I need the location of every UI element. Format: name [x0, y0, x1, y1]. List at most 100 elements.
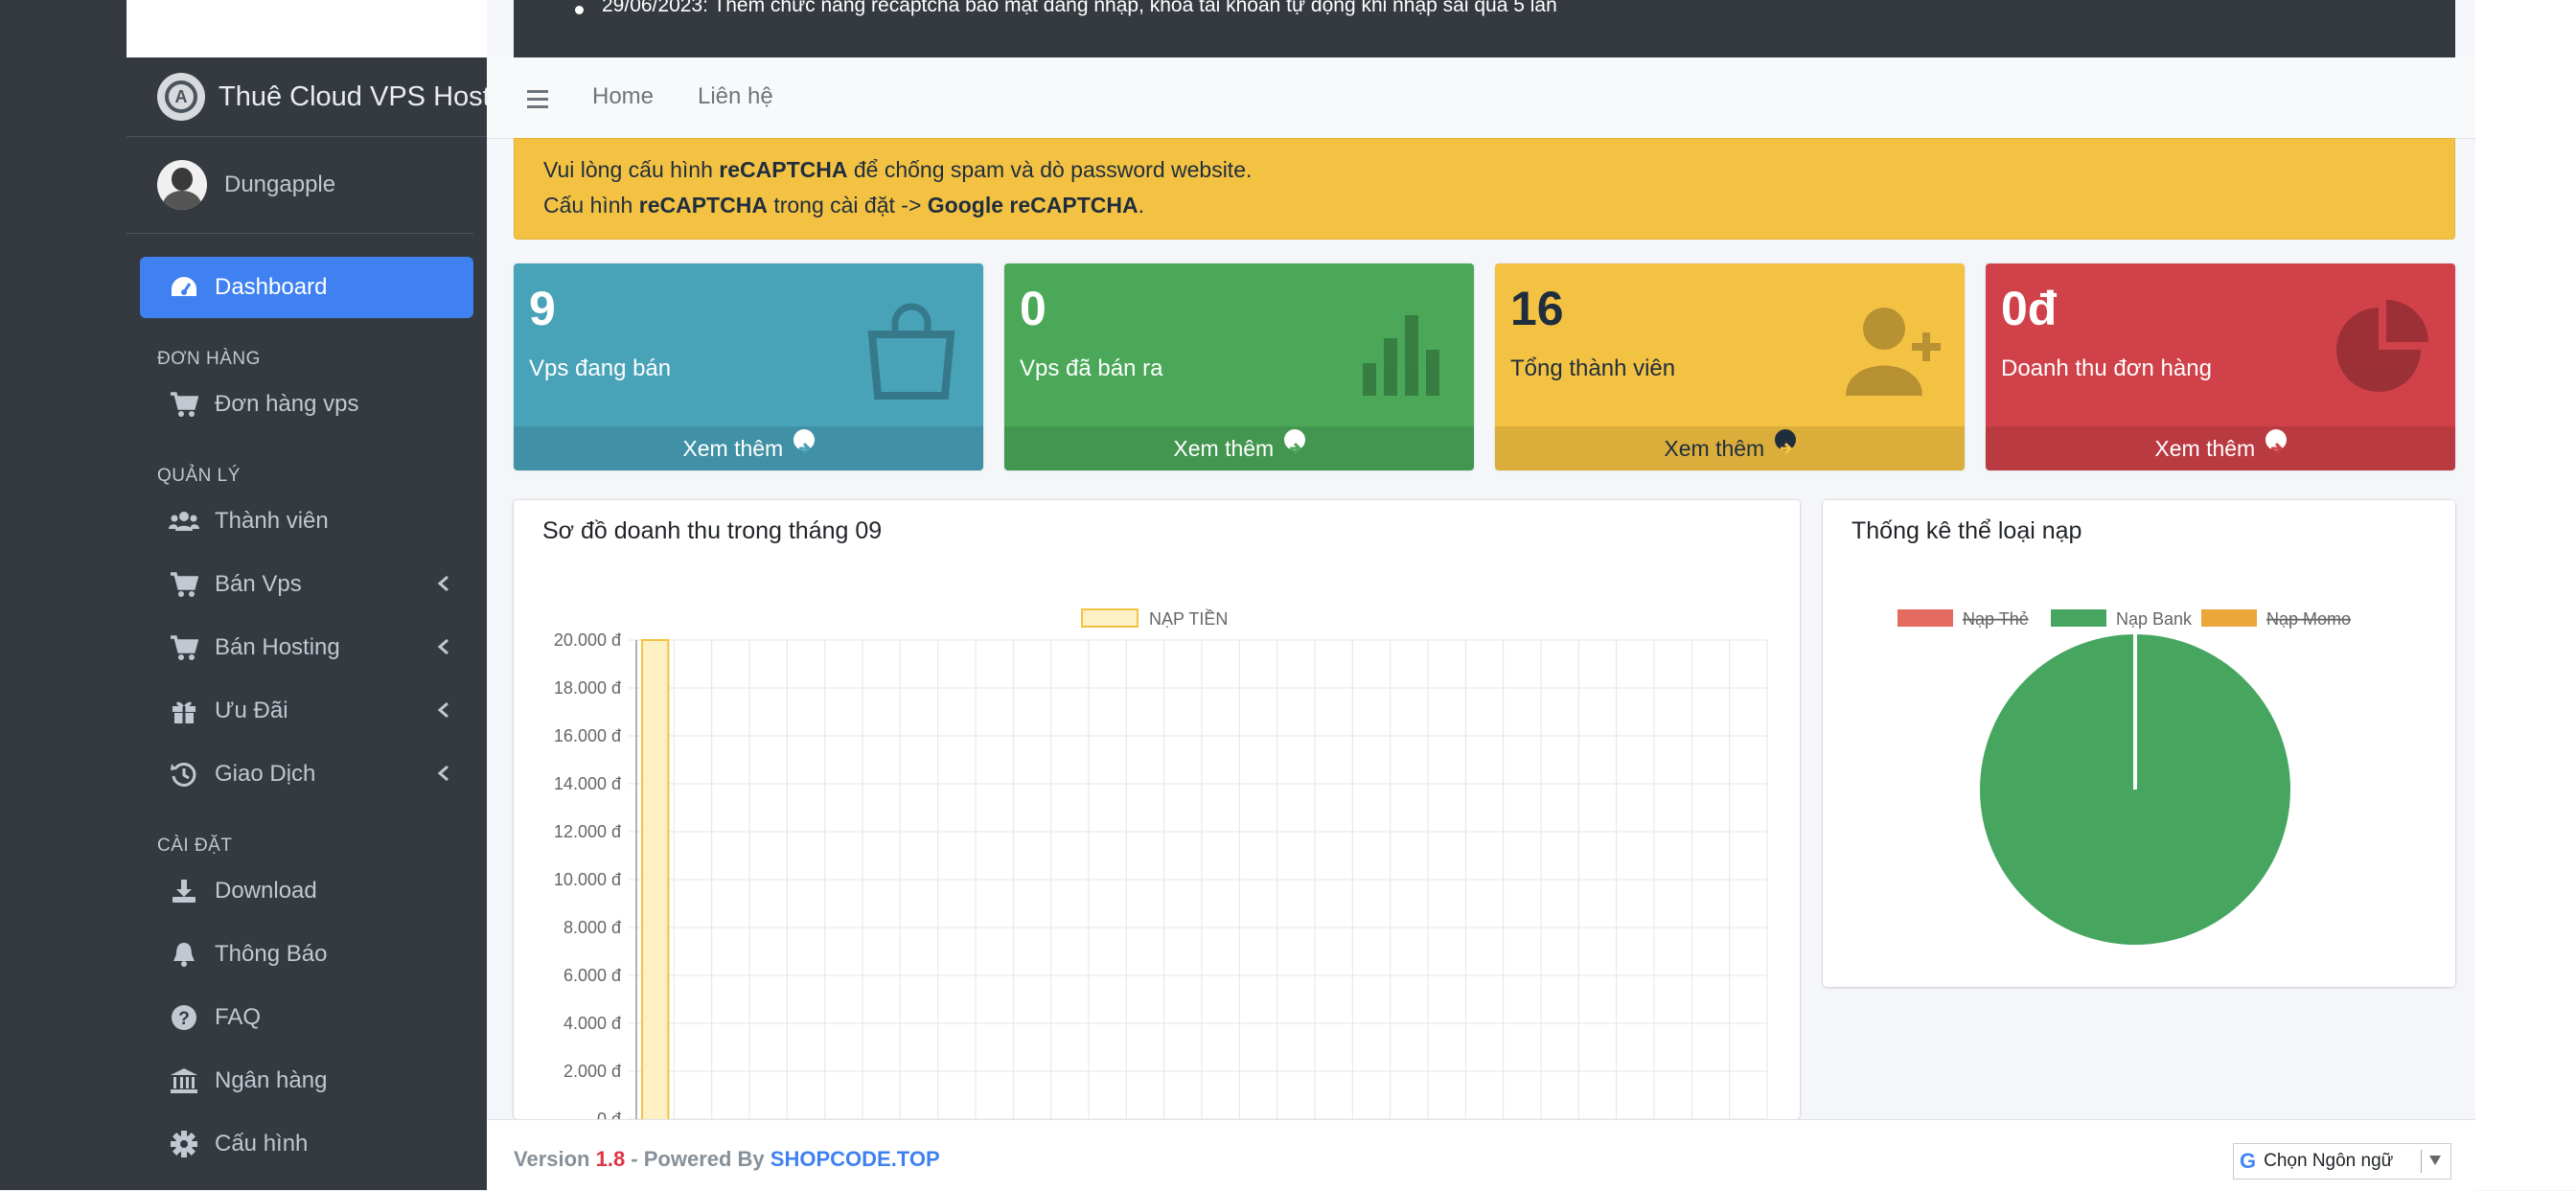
nav-link-home[interactable]: Home [592, 83, 654, 110]
sidebar-item-notifications[interactable]: Thông Báo [140, 924, 473, 985]
stat-box-vps-sold: 0 Vps đã bán ra Xem thêm [1004, 263, 1474, 470]
language-select[interactable]: G Chọn Ngôn ngữ [2233, 1143, 2451, 1180]
legend-label: NẠP TIỀN [1149, 608, 1228, 629]
stat-label: Tổng thành viên [1510, 355, 1676, 381]
cart-icon [169, 632, 199, 663]
right-blank-area [2475, 0, 2576, 1190]
cart-icon [169, 569, 199, 600]
gift-icon [169, 696, 199, 726]
nav-header-orders: ĐƠN HÀNG [157, 349, 261, 369]
y-tick-label: 0 đ [597, 1110, 621, 1119]
sidebar-item-label: Cấu hình [215, 1131, 309, 1157]
legend-swatch [1081, 608, 1138, 628]
pie-legend-item[interactable]: Nạp Bank [2051, 609, 2193, 629]
menu-toggle-icon[interactable] [527, 90, 548, 108]
pie-legend-item[interactable]: Nạp Momo [2201, 609, 2351, 629]
sidebar-item-label: Dashboard [215, 274, 328, 300]
sidebar-item-transactions[interactable]: Giao Dịch [140, 744, 473, 805]
legend-label: Nạp Bank [2116, 609, 2193, 629]
arrow-circle-right-icon [1283, 429, 1305, 455]
pie-legend-item[interactable]: Nạp Thẻ [1898, 609, 2029, 629]
avatar [157, 160, 207, 210]
bar [641, 639, 670, 1119]
stat-value: 0đ [2001, 282, 2058, 335]
sidebar-item-label: FAQ [215, 1004, 262, 1030]
stat-more-link[interactable]: Xem thêm [1495, 426, 1965, 470]
revenue-chart-card: Sơ đồ doanh thu trong tháng 09 NẠP TIỀN 0… [514, 500, 1800, 1119]
google-icon: G [2240, 1149, 2257, 1173]
version-text: Version 1.8 - Powered By SHOPCODE.TOP [514, 1147, 940, 1171]
stat-box-vps-selling: 9 Vps đang bán Xem thêm [514, 263, 983, 470]
nav-link-contact[interactable]: Liên hệ [698, 83, 773, 110]
y-tick-label: 12.000 đ [554, 822, 621, 841]
stat-more-link[interactable]: Xem thêm [1986, 426, 2455, 470]
sidebar-item-label: Giao Dịch [215, 761, 316, 787]
tachometer-icon [169, 272, 199, 303]
brand-title: Thuê Cloud VPS Hosting [218, 80, 487, 112]
sidebar-item-promotions[interactable]: Ưu Đãi [140, 680, 473, 742]
sidebar-item-bank[interactable]: Ngân hàng [140, 1050, 473, 1111]
legend-swatch [1898, 609, 1953, 627]
history-icon [169, 759, 199, 790]
y-tick-label: 14.000 đ [554, 774, 621, 793]
y-tick-label: 8.000 đ [564, 918, 621, 937]
svg-text:?: ? [178, 1009, 190, 1029]
alert-line-1: Vui lòng cấu hình reCAPTCHA để chống spa… [543, 157, 1253, 182]
left-background [0, 0, 126, 1190]
chevron-left-icon [437, 765, 448, 782]
stat-more-link[interactable]: Xem thêm [514, 426, 983, 470]
legend-swatch [2051, 609, 2106, 627]
university-icon [169, 1065, 199, 1096]
notice-banner: 29/06/2023: Thêm chức năng recaptcha bảo… [514, 0, 2455, 57]
y-tick-label: 6.000 đ [564, 966, 621, 985]
sidebar-item-sell-vps[interactable]: Bán Vps [140, 554, 473, 615]
y-tick-label: 20.000 đ [554, 630, 621, 650]
stat-box-members: 16 Tổng thành viên Xem thêm [1495, 263, 1965, 470]
user-plus-icon [1846, 308, 1941, 396]
chevron-left-icon [437, 701, 448, 719]
nav-header-manage: QUẢN LÝ [157, 466, 241, 486]
chevron-left-icon [437, 638, 448, 655]
y-tick-label: 10.000 đ [554, 870, 621, 889]
sidebar-item-label: Download [215, 878, 317, 904]
stat-label: Vps đang bán [529, 355, 672, 381]
deposit-pie-chart: Nạp Thẻ Nạp Bank Nạp Momo [1898, 609, 2351, 945]
question-circle-icon: ? [169, 1002, 199, 1033]
arrow-circle-right-icon [793, 429, 815, 455]
sidebar-item-orders-vps[interactable]: Đơn hàng vps [140, 374, 473, 435]
nav-header-settings: CÀI ĐẶT [157, 836, 233, 856]
sidebar-item-label: Bán Hosting [215, 634, 340, 660]
user-name: Dungapple [224, 172, 336, 197]
sidebar-item-config[interactable]: Cấu hình [140, 1113, 473, 1175]
pie-chart-icon [2336, 300, 2428, 392]
sidebar-item-label: Ưu Đãi [215, 698, 288, 723]
stat-more-link[interactable]: Xem thêm [1004, 426, 1474, 470]
user-panel[interactable]: Dungapple [126, 137, 473, 234]
cart-icon [169, 389, 199, 420]
stat-value: 0 [1020, 282, 1046, 335]
y-tick-label: 2.000 đ [564, 1062, 621, 1081]
footer: Version 1.8 - Powered By SHOPCODE.TOP [487, 1119, 2475, 1191]
sidebar-item-label: Ngân hàng [215, 1067, 328, 1093]
alert-line-2: Cấu hình reCAPTCHA trong cài đặt -> Goog… [543, 193, 1144, 218]
notice-item: 29/06/2023: Thêm chức năng recaptcha bảo… [575, 0, 1557, 17]
recaptcha-alert: Vui lòng cấu hình reCAPTCHA để chống spa… [514, 138, 2455, 240]
legend-label: Nạp Thẻ [1963, 609, 2029, 629]
deposit-chart-card: Thống kê thể loại nạp Nạp Thẻ Nạp Bank Nạp… [1823, 500, 2455, 987]
sidebar-item-download[interactable]: Download [140, 860, 473, 922]
arrow-circle-right-icon [1774, 429, 1796, 455]
sidebar-item-members[interactable]: Thành viên [140, 491, 473, 552]
shopping-bag-icon [867, 303, 955, 400]
caret-down-icon [2429, 1156, 2441, 1165]
sidebar-item-sell-hosting[interactable]: Bán Hosting [140, 617, 473, 678]
language-select-label: Chọn Ngôn ngữ [2264, 1151, 2394, 1171]
sidebar: A Thuê Cloud VPS Hosting Dungapple Dashb… [126, 57, 487, 1190]
powered-by-link[interactable]: SHOPCODE.TOP [770, 1147, 940, 1171]
bell-icon [169, 939, 199, 970]
download-icon [169, 876, 199, 906]
sidebar-item-faq[interactable]: ? FAQ [140, 987, 473, 1048]
top-navbar: Home Liên hệ [487, 57, 2475, 139]
brand-link[interactable]: A Thuê Cloud VPS Hosting [126, 57, 487, 137]
y-tick-label: 4.000 đ [564, 1014, 621, 1033]
sidebar-item-dashboard[interactable]: Dashboard [140, 257, 473, 318]
